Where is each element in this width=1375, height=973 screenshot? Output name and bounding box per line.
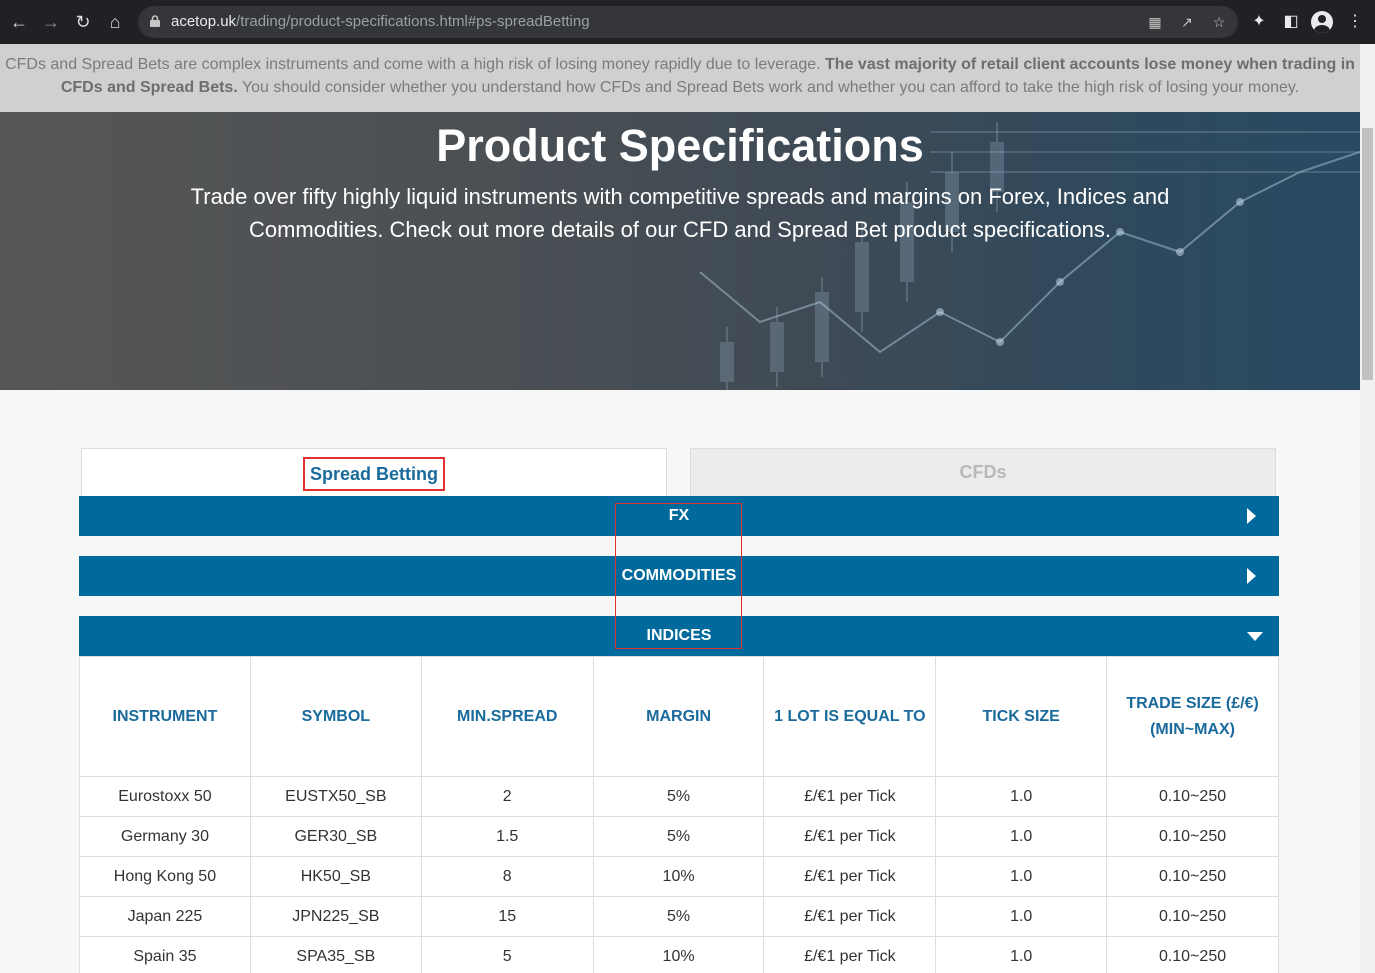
accordion-indices-label: INDICES — [646, 627, 712, 644]
column-header-margin: MARGIN — [592, 656, 765, 777]
cell-lot-equal: £/€1 per Tick — [763, 816, 937, 857]
cell-tick-size: 1.0 — [935, 816, 1108, 857]
extensions-puzzle-icon[interactable]: ✦ — [1248, 11, 1270, 33]
cell-trade-size: 0.10~250 — [1106, 896, 1279, 937]
bookmark-star-icon[interactable]: ☆ — [1210, 13, 1228, 31]
profile-avatar-icon[interactable] — [1311, 11, 1333, 33]
cell-symbol: JPN225_SB — [249, 896, 422, 937]
tab-cfds[interactable]: CFDs — [690, 448, 1276, 496]
cell-lot-equal: £/€1 per Tick — [763, 896, 937, 937]
cell-instrument: Spain 35 — [79, 936, 251, 973]
url-host: acetop.uk — [171, 13, 237, 30]
column-header-trade-size: TRADE SIZE (£/€) (MIN~MAX) — [1106, 656, 1279, 777]
column-header-min-spread: MIN.SPREAD — [420, 656, 594, 777]
table-header-row: INSTRUMENT SYMBOL MIN.SPREAD MARGIN 1 LO… — [79, 656, 1279, 777]
url-path: /trading/product-specifications.html#ps-… — [236, 13, 590, 30]
cell-min-spread: 5 — [420, 936, 594, 973]
hero-banner: Product Specifications Trade over fifty … — [0, 112, 1360, 390]
table-row: Spain 35 SPA35_SB 5 10% £/€1 per Tick 1.… — [79, 936, 1279, 973]
share-icon[interactable]: ↗ — [1178, 13, 1196, 31]
back-arrow-icon[interactable]: ← — [7, 10, 31, 34]
risk-warning-text: CFDs and Spread Bets are complex instrum… — [5, 56, 826, 73]
cell-instrument: Hong Kong 50 — [79, 856, 251, 897]
url-text[interactable]: acetop.uk/trading/product-specifications… — [171, 13, 590, 30]
forward-arrow-icon[interactable]: → — [39, 10, 63, 34]
accordion-fx[interactable]: FX — [79, 496, 1279, 536]
cell-trade-size: 0.10~250 — [1106, 776, 1279, 817]
scrollbar-thumb[interactable] — [1362, 128, 1373, 380]
cell-instrument: Germany 30 — [79, 816, 251, 857]
table-row: Hong Kong 50 HK50_SB 8 10% £/€1 per Tick… — [79, 856, 1279, 897]
cell-margin: 10% — [592, 856, 765, 897]
table-row: Eurostoxx 50 EUSTX50_SB 2 5% £/€1 per Ti… — [79, 776, 1279, 817]
column-header-instrument: INSTRUMENT — [79, 656, 251, 777]
accordion-fx-label: FX — [668, 507, 690, 524]
menu-kebab-icon[interactable]: ⋮ — [1344, 11, 1366, 33]
cell-min-spread: 1.5 — [420, 816, 594, 857]
page-scrollbar[interactable] — [1360, 44, 1375, 973]
indices-spec-table: INSTRUMENT SYMBOL MIN.SPREAD MARGIN 1 LO… — [79, 656, 1279, 973]
cell-trade-size: 0.10~250 — [1106, 936, 1279, 973]
cell-symbol: SPA35_SB — [249, 936, 422, 973]
cell-min-spread: 15 — [420, 896, 594, 937]
cell-symbol: GER30_SB — [249, 816, 422, 857]
cell-min-spread: 8 — [420, 856, 594, 897]
address-bar[interactable]: acetop.uk/trading/product-specifications… — [138, 6, 1238, 38]
tab-cfds-label: CFDs — [959, 462, 1007, 482]
chevron-down-icon — [1247, 632, 1263, 641]
tab-spread-betting-label: Spread Betting — [302, 457, 445, 491]
cell-tick-size: 1.0 — [935, 776, 1108, 817]
column-header-tick-size: TICK SIZE — [935, 656, 1108, 777]
risk-warning-text-end: You should consider whether you understa… — [237, 79, 1300, 96]
tab-spread-betting[interactable]: Spread Betting — [81, 448, 667, 496]
page-subtitle: Trade over fifty highly liquid instrumen… — [190, 184, 1170, 242]
cell-instrument: Eurostoxx 50 — [79, 776, 251, 817]
cell-trade-size: 0.10~250 — [1106, 816, 1279, 857]
browser-toolbar: ← → ↻ ⌂ acetop.uk/trading/product-specif… — [0, 0, 1375, 44]
cell-margin: 5% — [592, 816, 765, 857]
column-header-lot-equal: 1 LOT IS EQUAL TO — [763, 656, 937, 777]
cell-lot-equal: £/€1 per Tick — [763, 856, 937, 897]
accordion-indices[interactable]: INDICES — [79, 616, 1279, 656]
cell-tick-size: 1.0 — [935, 856, 1108, 897]
cell-margin: 5% — [592, 896, 765, 937]
accordion-commodities-label: COMMODITIES — [621, 567, 737, 584]
lock-icon — [150, 15, 160, 27]
page-title: Product Specifications — [436, 120, 924, 171]
cell-margin: 5% — [592, 776, 765, 817]
cell-tick-size: 1.0 — [935, 936, 1108, 973]
chevron-right-icon — [1247, 568, 1256, 584]
cell-lot-equal: £/€1 per Tick — [763, 936, 937, 973]
cell-min-spread: 2 — [420, 776, 594, 817]
cell-lot-equal: £/€1 per Tick — [763, 776, 937, 817]
home-icon[interactable]: ⌂ — [103, 10, 127, 34]
cell-symbol: HK50_SB — [249, 856, 422, 897]
translate-icon[interactable]: ▦ — [1146, 13, 1164, 31]
chevron-right-icon — [1247, 508, 1256, 524]
cell-symbol: EUSTX50_SB — [249, 776, 422, 817]
reload-icon[interactable]: ↻ — [71, 10, 95, 34]
side-panel-icon[interactable]: ◧ — [1280, 11, 1302, 33]
cell-tick-size: 1.0 — [935, 896, 1108, 937]
cell-margin: 10% — [592, 936, 765, 973]
table-row: Germany 30 GER30_SB 1.5 5% £/€1 per Tick… — [79, 816, 1279, 857]
column-header-symbol: SYMBOL — [249, 656, 422, 777]
risk-warning-banner: CFDs and Spread Bets are complex instrum… — [0, 44, 1360, 112]
cell-instrument: Japan 225 — [79, 896, 251, 937]
table-row: Japan 225 JPN225_SB 15 5% £/€1 per Tick … — [79, 896, 1279, 937]
accordion-commodities[interactable]: COMMODITIES — [79, 556, 1279, 596]
cell-trade-size: 0.10~250 — [1106, 856, 1279, 897]
